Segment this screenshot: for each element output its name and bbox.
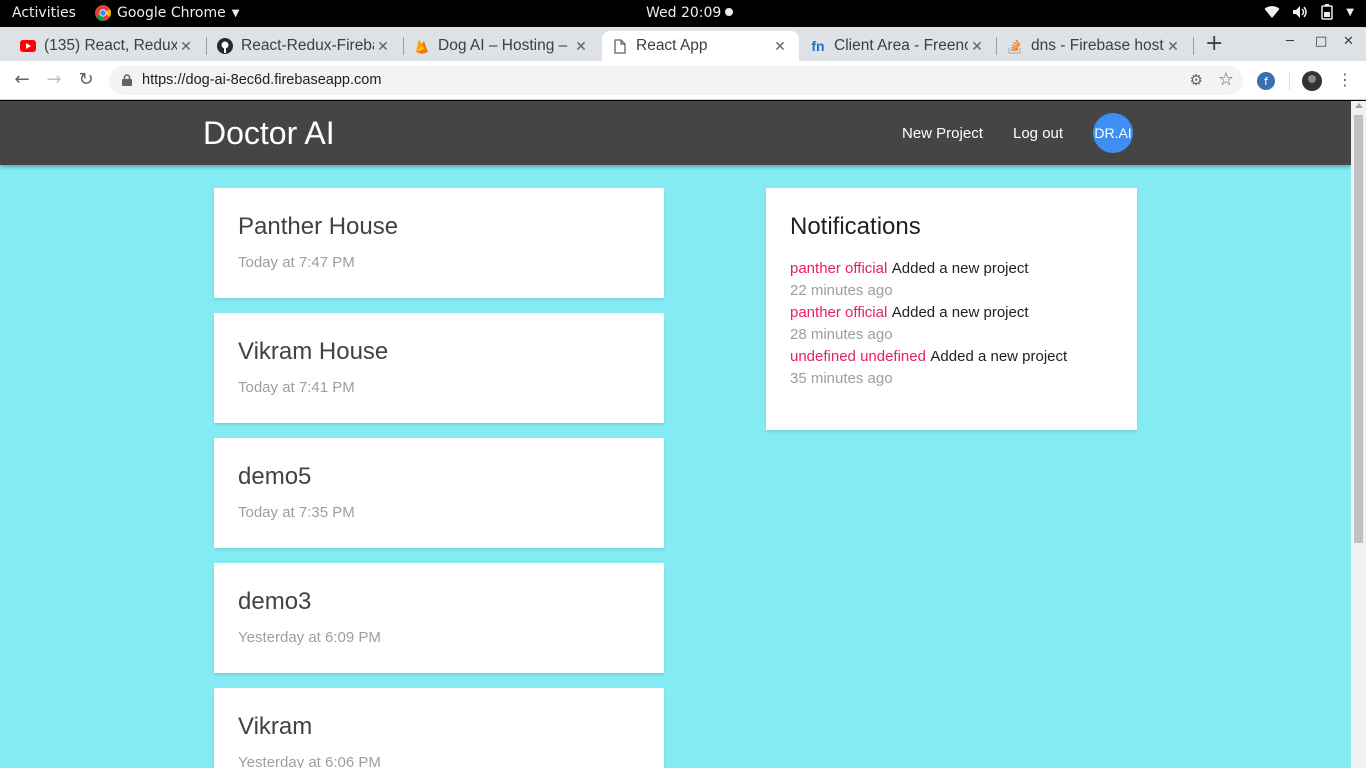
page-viewport: Doctor AI New Project Log out DR.AI Pant… [0,101,1351,768]
project-card[interactable]: Panther House Today at 7:47 PM [214,188,664,298]
project-card[interactable]: demo3 Yesterday at 6:09 PM [214,563,664,673]
project-title: Vikram [238,713,313,740]
log-out-link[interactable]: Log out [1013,125,1063,142]
tab-title: dns - Firebase hosting [1031,37,1164,54]
system-tray[interactable]: ▼ [1264,4,1354,20]
scroll-up-arrow-icon[interactable] [1355,103,1363,108]
minimize-icon[interactable]: ─ [1286,34,1294,49]
clock-text: Wed 20:09 [646,5,722,21]
close-window-icon[interactable]: ✕ [1343,34,1354,49]
project-card[interactable]: Vikram Yesterday at 6:06 PM [214,688,664,768]
notification-user: panther official [790,304,888,321]
kebab-menu-icon[interactable]: ⋮ [1334,69,1356,91]
notification-time: 28 minutes ago [790,326,893,343]
notification-action: Added a new project [891,304,1029,321]
tab-title: React App [636,37,708,54]
close-icon[interactable]: ✕ [572,38,590,55]
tab-title: (135) React, Redux & Firebase [44,37,177,54]
brand-logo[interactable]: Doctor AI [203,115,335,152]
browser-tab[interactable]: Dog AI – Hosting – Firebase ✕ [404,31,600,61]
browser-toolbar: ← → ↻ https://dog-ai-8ec6d.firebaseapp.c… [0,61,1366,100]
notification-user: panther official [790,260,888,277]
close-icon[interactable]: ✕ [968,38,986,55]
project-title: Panther House [238,213,399,240]
chevron-down-icon: ▼ [231,7,240,19]
back-arrow-icon[interactable]: ← [11,69,33,91]
page-scrollbar[interactable] [1351,101,1366,768]
notification-time: 35 minutes ago [790,370,893,387]
battery-icon [1321,4,1334,20]
browser-tab[interactable]: React-Redux-Firebase ✕ [207,31,402,61]
system-top-bar: Activities Google Chrome ▼ Wed 20:09 ▼ [0,0,1366,27]
star-icon[interactable]: ☆ [1218,69,1234,90]
youtube-icon [20,38,36,54]
scrollbar-thumb[interactable] [1354,115,1363,543]
url-text: https://dog-ai-8ec6d.firebaseapp.com [142,72,382,88]
notification-time: 22 minutes ago [790,282,893,299]
wifi-icon [1264,6,1280,19]
maximize-icon[interactable]: □ [1315,34,1327,49]
app-menu-button[interactable]: Google Chrome ▼ [95,5,239,21]
browser-tab[interactable]: (135) React, Redux & Firebase ✕ [10,31,205,61]
project-date: Today at 7:47 PM [238,254,355,271]
chrome-icon [95,5,111,21]
notification-item: panther official Added a new project 22 … [790,260,1067,304]
project-date: Today at 7:35 PM [238,504,355,521]
close-icon[interactable]: ✕ [374,38,392,55]
notifications-list: panther official Added a new project 22 … [790,260,1067,392]
project-date: Yesterday at 6:09 PM [238,629,381,646]
close-icon[interactable]: ✕ [771,38,789,55]
site-navbar: Doctor AI New Project Log out DR.AI [0,101,1351,165]
app-name: Google Chrome [117,5,226,21]
volume-icon [1293,6,1308,18]
project-date: Yesterday at 6:06 PM [238,754,381,768]
stackoverflow-icon [1007,38,1023,54]
project-title: Vikram House [238,338,389,365]
browser-tab[interactable]: fn Client Area - Freenom ✕ [800,31,996,61]
github-icon [217,38,233,54]
project-title: demo3 [238,588,312,615]
tab-title: Dog AI – Hosting – Firebase [438,37,572,54]
project-card[interactable]: demo5 Today at 7:35 PM [214,438,664,548]
tab-divider [1193,37,1194,55]
notification-action: Added a new project [891,260,1029,277]
tab-title: React-Redux-Firebase [241,37,374,54]
notification-user: undefined undefined [790,348,926,365]
reload-icon[interactable]: ↻ [75,69,97,91]
extension-icon[interactable]: f [1257,72,1275,90]
notification-action: Added a new project [930,348,1068,365]
new-tab-button[interactable]: + [1205,31,1223,56]
close-icon[interactable]: ✕ [177,38,195,55]
address-bar[interactable]: https://dog-ai-8ec6d.firebaseapp.com ⚙ ☆ [109,66,1243,95]
freenom-icon: fn [811,38,825,54]
page-icon [612,38,628,54]
notification-item: panther official Added a new project 28 … [790,304,1067,348]
tab-strip: (135) React, Redux & Firebase ✕ React-Re… [0,27,1366,61]
lock-icon [122,74,132,86]
user-avatar[interactable]: DR.AI [1093,113,1133,153]
notifications-title: Notifications [790,213,921,240]
project-title: demo5 [238,463,312,490]
project-card[interactable]: Vikram House Today at 7:41 PM [214,313,664,423]
profile-avatar-icon[interactable] [1302,71,1322,91]
firebase-icon [414,38,430,54]
browser-tab[interactable]: dns - Firebase hosting ✕ [997,31,1192,61]
tab-title: Client Area - Freenom [834,37,968,54]
forward-arrow-icon[interactable]: → [43,69,65,91]
clock[interactable]: Wed 20:09 [646,5,734,21]
key-icon[interactable]: ⚙ [1190,71,1203,89]
new-project-link[interactable]: New Project [902,125,983,142]
browser-tab-active[interactable]: React App ✕ [602,31,799,61]
notification-dot-icon [725,8,734,16]
toolbar-divider [1289,72,1290,90]
notifications-panel: Notifications panther official Added a n… [766,188,1137,430]
notification-item: undefined undefined Added a new project … [790,348,1067,392]
activities-button[interactable]: Activities [12,5,76,21]
chevron-down-icon: ▼ [1346,6,1354,18]
close-icon[interactable]: ✕ [1164,38,1182,55]
project-date: Today at 7:41 PM [238,379,355,396]
